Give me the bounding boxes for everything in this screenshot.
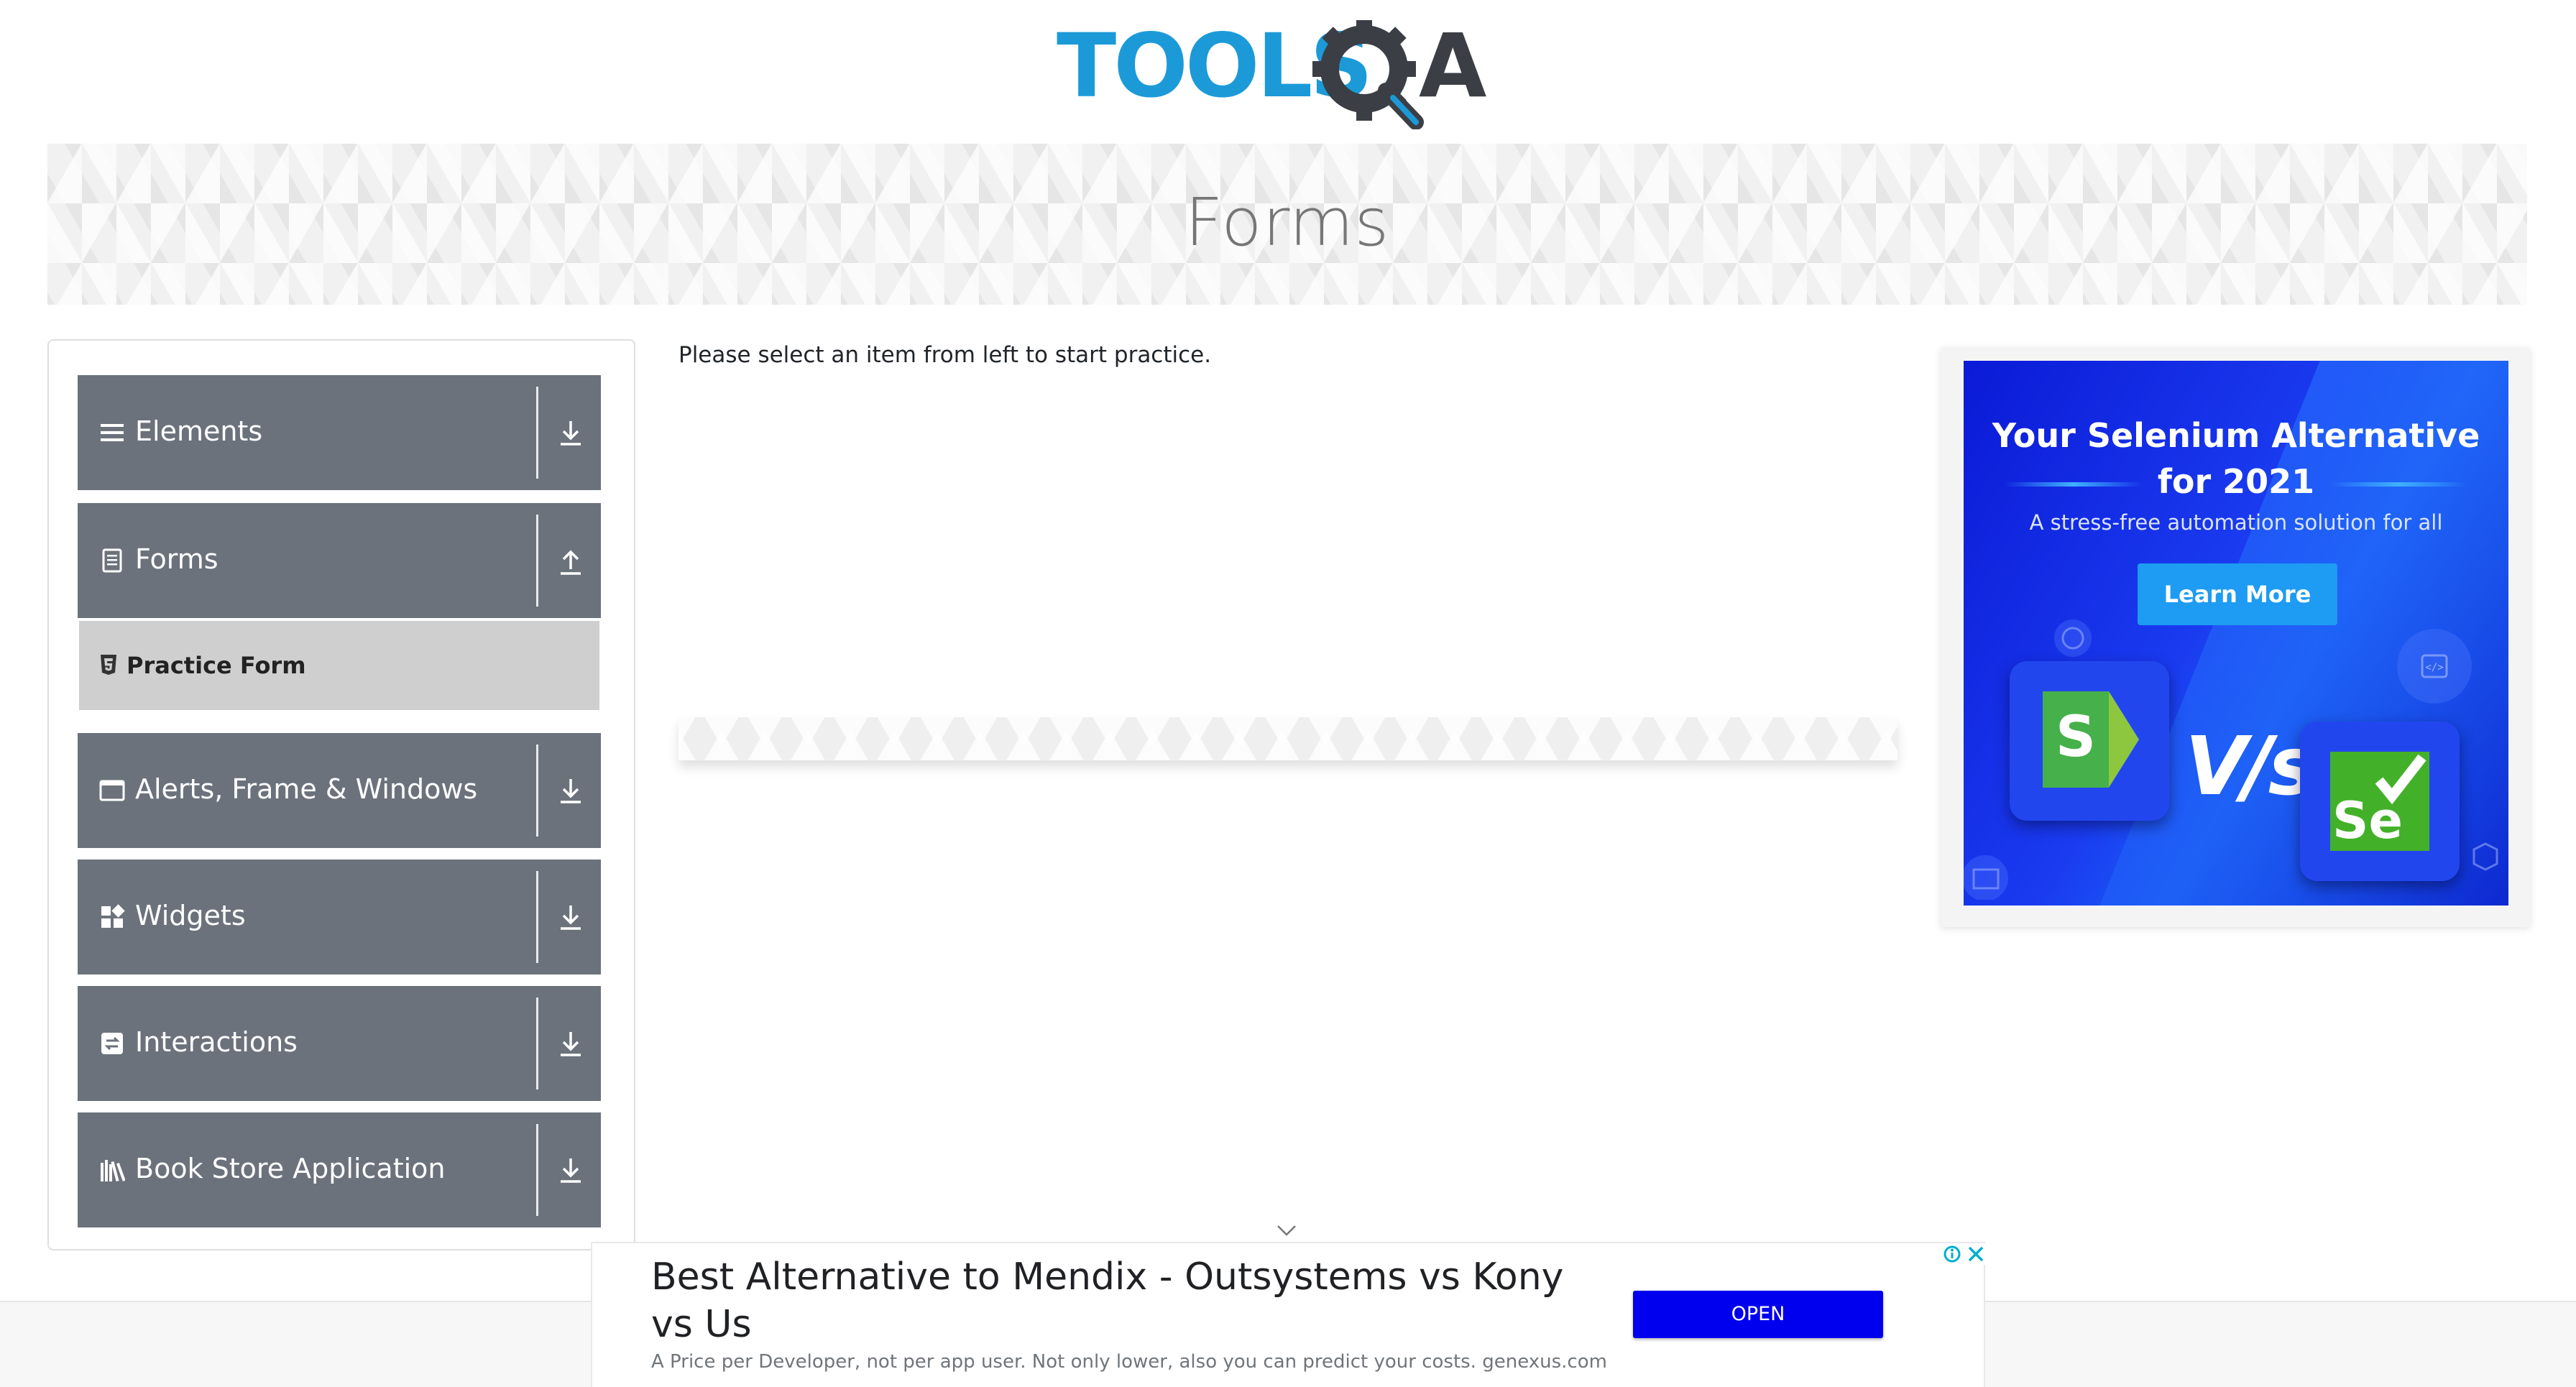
katalon-logo-icon: S xyxy=(2043,691,2139,788)
menu-group-label: Widgets xyxy=(135,900,246,931)
browser-icon xyxy=(1964,855,2008,900)
menu-group-elements[interactable]: Elements xyxy=(78,375,601,490)
window-icon xyxy=(99,780,125,801)
divider xyxy=(536,871,538,963)
menu-group-forms[interactable]: Forms xyxy=(78,503,601,618)
menu-group-label: Forms xyxy=(135,543,218,575)
versus-text: V/s xyxy=(2185,720,2316,814)
document-icon xyxy=(102,548,122,573)
logo-text-a: A xyxy=(1419,20,1486,117)
bottom-ad-title[interactable]: Best Alternative to Mendix - Outsystems … xyxy=(651,1253,1571,1348)
menu-group-book-store-application[interactable]: Book Store Application xyxy=(78,1112,601,1227)
divider xyxy=(536,515,538,607)
hamburger-icon xyxy=(101,424,124,441)
cube-icon xyxy=(2472,842,2498,871)
divider xyxy=(536,1124,538,1216)
divider xyxy=(536,745,538,837)
right-ad-banner[interactable]: Your Selenium Alternative for 2021 A str… xyxy=(1964,361,2508,906)
bottom-ad-banner[interactable]: Best Alternative to Mendix - Outsystems … xyxy=(591,1242,1987,1387)
katalon-logo-tile: S xyxy=(2010,661,2169,821)
html5-icon xyxy=(101,655,116,675)
katalon-letter: S xyxy=(2056,705,2096,770)
download-arrow-icon[interactable] xyxy=(556,1154,585,1186)
toolsqa-logo[interactable]: TOOLS A xyxy=(1055,20,1524,129)
right-ad-frame: Your Selenium Alternative for 2021 A str… xyxy=(1941,348,2530,927)
menu-item-label: Practice Form xyxy=(126,652,306,679)
menu-item-practice-form[interactable]: Practice Form xyxy=(79,621,599,710)
upload-arrow-icon[interactable] xyxy=(556,545,585,576)
download-arrow-icon[interactable] xyxy=(556,901,585,933)
selenium-logo-tile: Se xyxy=(2300,722,2460,881)
divider xyxy=(536,387,538,479)
bottom-ad-description: A Price per Developer, not per app user.… xyxy=(651,1351,1607,1373)
download-arrow-icon[interactable] xyxy=(556,1028,585,1059)
selenium-letters: Se xyxy=(2332,791,2403,850)
page-banner: Forms xyxy=(47,144,2527,305)
clock-icon xyxy=(2054,619,2092,657)
ad-headline-line2: for 2021 xyxy=(2157,462,2315,501)
svg-text:</>: </> xyxy=(2425,662,2443,673)
code-icon: </> xyxy=(2397,629,2472,704)
interactions-icon xyxy=(101,1033,123,1054)
divider xyxy=(536,997,538,1089)
decorative-strip xyxy=(678,717,1898,760)
adchoices-icon[interactable] xyxy=(1941,1243,1987,1265)
selenium-logo-icon: Se xyxy=(2330,752,2429,851)
menu-group-interactions[interactable]: Interactions xyxy=(78,986,601,1101)
ad-headline: Your Selenium Alternative for 2021 xyxy=(1964,413,2508,504)
download-arrow-icon[interactable] xyxy=(556,417,585,448)
menu-group-label: Elements xyxy=(135,415,263,447)
ad-subtext: A stress-free automation solution for al… xyxy=(2029,510,2443,535)
open-button[interactable]: OPEN xyxy=(1633,1291,1883,1338)
download-arrow-icon[interactable] xyxy=(556,775,585,806)
page-title: Forms xyxy=(1184,184,1390,261)
menu-group-label: Interactions xyxy=(135,1026,298,1058)
ad-line-decoration xyxy=(2005,481,2142,487)
menu-group-alerts-frame-windows[interactable]: Alerts, Frame & Windows xyxy=(78,733,601,848)
books-icon xyxy=(101,1160,125,1182)
ad-line-decoration xyxy=(2330,481,2467,487)
menu-group-label: Book Store Application xyxy=(135,1153,446,1184)
chevron-down-icon[interactable] xyxy=(1275,1223,1298,1238)
instructions-text: Please select an item from left to start… xyxy=(678,342,1212,368)
menu-group-widgets[interactable]: Widgets xyxy=(78,860,601,974)
widgets-icon xyxy=(101,904,125,928)
menu-group-label: Alerts, Frame & Windows xyxy=(135,773,478,805)
learn-more-button[interactable]: Learn More xyxy=(2138,563,2337,625)
ad-headline-line1: Your Selenium Alternative xyxy=(1992,416,2480,455)
left-menu-panel: Elements Forms Practice Form Alerts, Fra… xyxy=(47,339,635,1250)
